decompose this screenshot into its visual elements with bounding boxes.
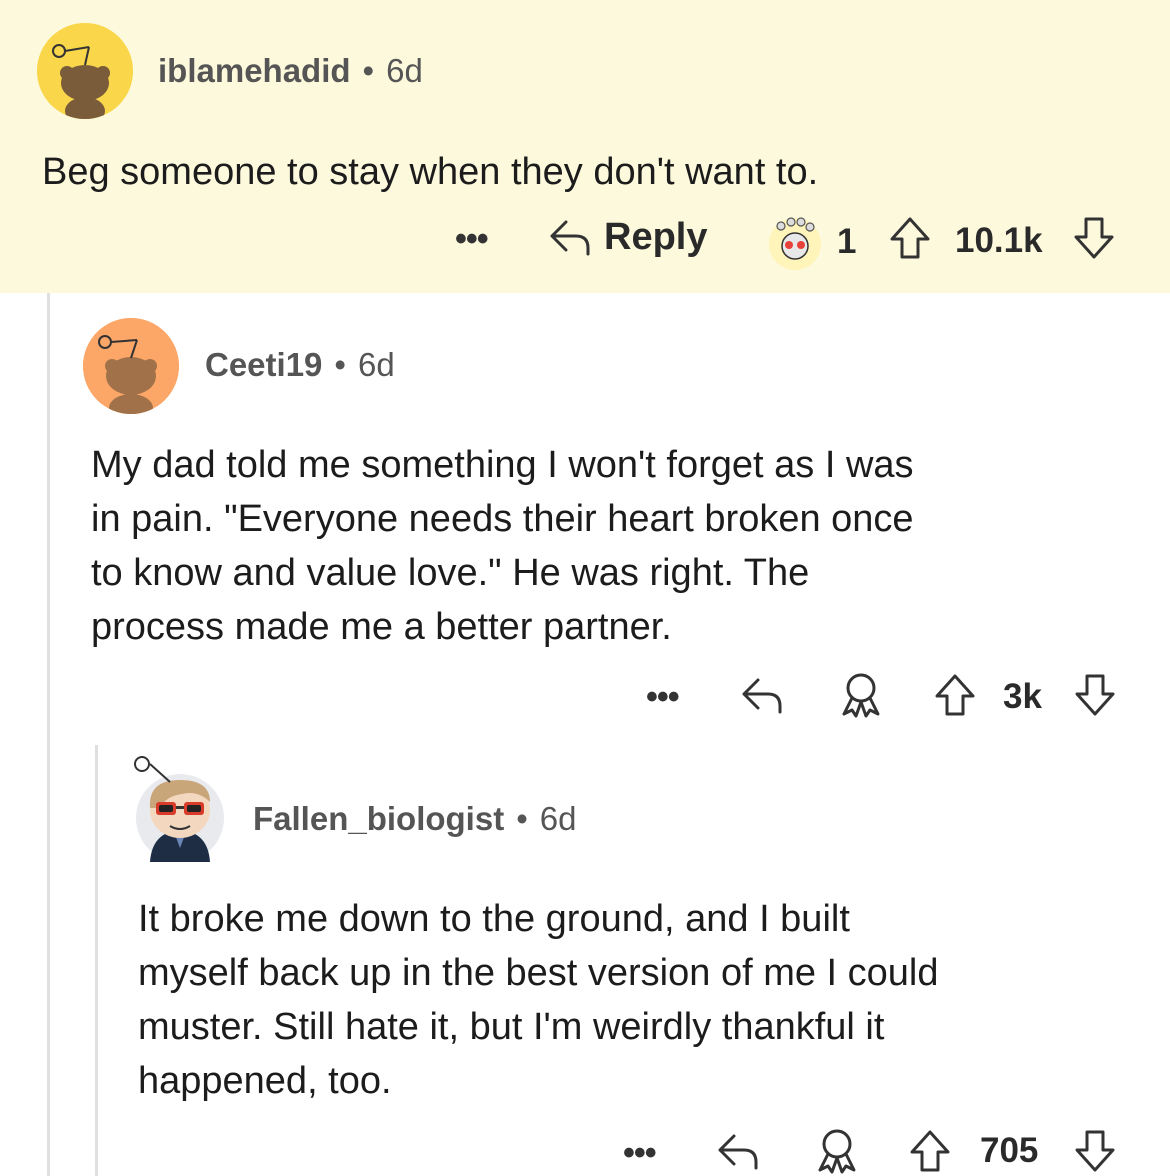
downvote-button[interactable] <box>1073 1128 1117 1174</box>
comment-age: 6d <box>386 52 423 89</box>
avatar[interactable] <box>130 750 230 862</box>
reply-button[interactable] <box>740 672 786 718</box>
award-icon <box>842 673 880 718</box>
vote-count: 10.1k <box>955 221 1043 260</box>
username[interactable]: Ceeti19 <box>205 346 322 383</box>
comment-age: 6d <box>357 346 395 383</box>
downvote-button[interactable] <box>1073 672 1117 718</box>
upvote-arrow-icon <box>910 1130 950 1172</box>
comment-line: process made me a better partner. <box>91 606 672 648</box>
thread-line[interactable] <box>95 745 98 1176</box>
custom-avatar-icon <box>134 756 224 862</box>
comment-line: muster. Still hate it, but I'm weirdly t… <box>138 1006 885 1048</box>
reply-button[interactable] <box>716 1128 762 1174</box>
upvote-arrow-icon <box>890 217 930 259</box>
reply-arrow-icon <box>742 678 782 714</box>
comment-line: It broke me down to the ground, and I bu… <box>138 898 850 940</box>
comment-line: myself back up in the best version of me… <box>138 952 939 994</box>
username[interactable]: Fallen_biologist <box>253 800 504 837</box>
comment-meta: Fallen_biologist • 6d <box>253 800 576 838</box>
vote-count: 3k <box>1003 677 1042 716</box>
vote-count: 705 <box>980 1131 1039 1170</box>
snoo-avatar-icon <box>37 23 133 119</box>
reply-label: Reply <box>604 215 708 258</box>
award-button[interactable] <box>812 1126 862 1176</box>
reply-arrow-icon <box>550 220 590 256</box>
comment-text: It broke me down to the ground, and I bu… <box>138 892 939 1108</box>
more-options-button[interactable]: ••• <box>646 678 680 717</box>
comment-meta: Ceeti19 • 6d <box>205 346 395 384</box>
award-count: 1 <box>837 222 857 261</box>
more-options-button[interactable]: ••• <box>623 1134 657 1173</box>
more-options-button[interactable]: ••• <box>455 220 489 259</box>
upvote-button[interactable] <box>888 215 932 261</box>
meta-separator: • <box>362 52 375 89</box>
comment-age: 6d <box>539 800 577 837</box>
gold-award-icon <box>769 217 821 270</box>
meta-separator: • <box>334 346 346 383</box>
comment-line: to know and value love." He was right. T… <box>91 552 810 594</box>
comment-line: in pain. "Everyone needs their heart bro… <box>91 498 914 540</box>
comment-line: happened, too. <box>138 1060 392 1102</box>
comment-text: My dad told me something I won't forget … <box>91 438 914 654</box>
award-button[interactable] <box>836 670 886 720</box>
upvote-button[interactable] <box>908 1128 952 1174</box>
snoo-avatar-icon <box>83 318 179 414</box>
avatar[interactable] <box>37 23 133 119</box>
downvote-arrow-icon <box>1075 674 1115 716</box>
award-badge[interactable]: 1 <box>765 212 856 272</box>
award-icon <box>818 1129 856 1174</box>
reply-button[interactable]: Reply <box>548 214 707 260</box>
username[interactable]: iblamehadid <box>158 52 351 89</box>
thread-line[interactable] <box>47 293 50 1176</box>
downvote-arrow-icon <box>1075 1130 1115 1172</box>
comment-meta: iblamehadid • 6d <box>158 52 423 90</box>
upvote-arrow-icon <box>935 674 975 716</box>
avatar[interactable] <box>83 318 179 414</box>
reply-arrow-icon <box>718 1134 758 1170</box>
comment-text: Beg someone to stay when they don't want… <box>42 151 819 193</box>
downvote-button[interactable] <box>1072 215 1116 261</box>
comment-line: My dad told me something I won't forget … <box>91 444 914 486</box>
downvote-arrow-icon <box>1074 217 1114 259</box>
upvote-button[interactable] <box>933 672 977 718</box>
meta-separator: • <box>516 800 528 837</box>
